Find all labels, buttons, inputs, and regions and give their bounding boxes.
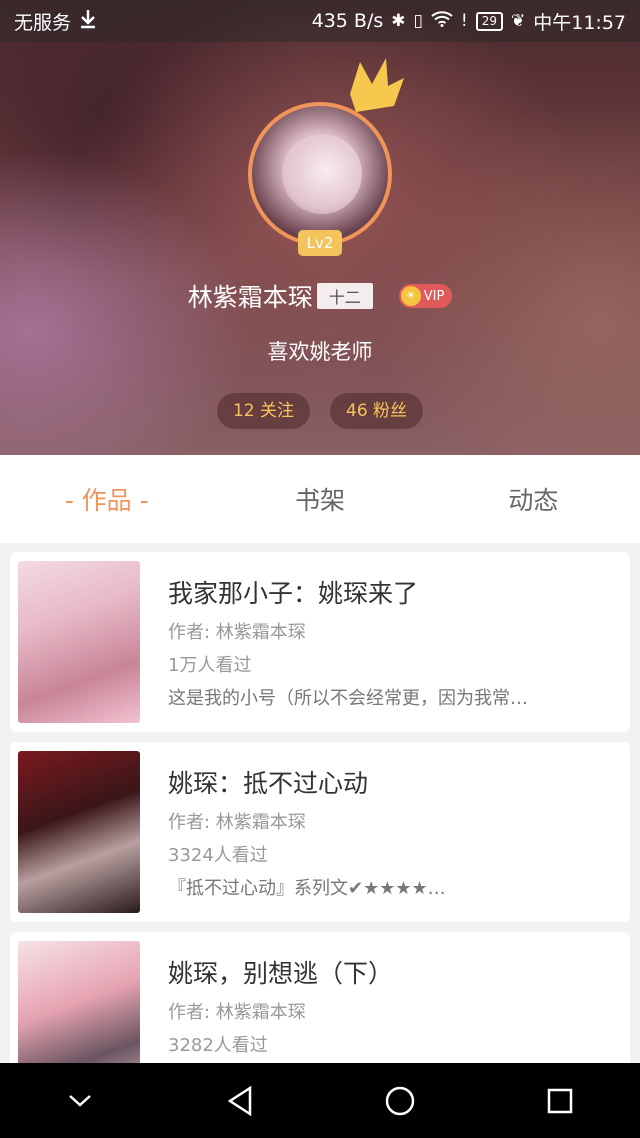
leaf-icon: ❦ xyxy=(510,11,526,31)
tab-bookshelf[interactable]: 书架 xyxy=(213,481,426,517)
book-views: 3282人看过 xyxy=(168,1035,268,1056)
avatar[interactable] xyxy=(248,102,392,246)
back-button[interactable] xyxy=(210,1071,270,1131)
hide-nav-button[interactable] xyxy=(50,1071,110,1131)
recents-square-icon xyxy=(547,1088,573,1113)
system-nav-bar xyxy=(0,1063,640,1138)
avatar-image xyxy=(248,102,392,246)
profile-signature: 喜欢姚老师 xyxy=(267,340,373,364)
home-button[interactable] xyxy=(370,1071,430,1131)
alert-icon: ! xyxy=(460,11,468,31)
status-bar: 无服务 435 B/s ✱ ▯ ! 29 ❦ 中午11:57 xyxy=(0,0,640,42)
book-title: 姚琛，别想逃（下） xyxy=(168,959,394,988)
book-cover xyxy=(18,561,140,723)
vip-badge[interactable]: ☀ VIP xyxy=(398,284,453,308)
profile-tabs: - 作品 - 书架 动态 xyxy=(0,455,640,543)
wifi-icon xyxy=(431,10,453,32)
book-list: 我家那小子：姚琛来了 作者: 林紫霜本琛 1万人看过 这是我的小号（所以不会经常… xyxy=(10,552,630,1122)
chevron-down-icon xyxy=(69,1094,91,1107)
following-button[interactable]: 12 关注 xyxy=(216,393,310,429)
profile-stats: 12 关注 46 粉丝 xyxy=(0,393,640,429)
book-author: 作者: 林紫霜本琛 xyxy=(168,622,306,643)
carrier-text: 无服务 xyxy=(14,11,72,34)
book-views: 3324人看过 xyxy=(168,845,268,866)
tab-works[interactable]: - 作品 - xyxy=(0,481,213,517)
network-speed: 435 B/s xyxy=(311,10,384,32)
home-circle-icon xyxy=(385,1086,415,1115)
bluetooth-icon: ✱ xyxy=(391,11,406,31)
battery-icon: 29 xyxy=(475,11,503,31)
book-author: 作者: 林紫霜本琛 xyxy=(168,812,306,833)
recents-button[interactable] xyxy=(530,1071,590,1131)
book-description: 『抵不过心动』系列文✔★★★★… xyxy=(168,878,446,899)
book-card[interactable]: 我家那小子：姚琛来了 作者: 林紫霜本琛 1万人看过 这是我的小号（所以不会经常… xyxy=(10,552,630,732)
book-views: 1万人看过 xyxy=(168,655,252,676)
level-badge: Lv2 xyxy=(298,230,342,256)
back-triangle-icon xyxy=(227,1085,252,1116)
book-title: 姚琛：抵不过心动 xyxy=(168,769,369,798)
username: 林紫霜本琛 xyxy=(187,283,313,312)
name-row: 林紫霜本琛 十二 ☀ VIP xyxy=(0,276,640,316)
book-card[interactable]: 姚琛：抵不过心动 作者: 林紫霜本琛 3324人看过 『抵不过心动』系列文✔★★… xyxy=(10,742,630,922)
vibrate-icon: ▯ xyxy=(413,11,423,31)
followers-button[interactable]: 46 粉丝 xyxy=(330,393,424,429)
sun-icon: ☀ xyxy=(400,286,421,306)
book-title: 我家那小子：姚琛来了 xyxy=(168,579,419,608)
download-icon xyxy=(79,9,97,34)
clock: 中午11:57 xyxy=(533,11,626,34)
crown-icon xyxy=(350,58,404,112)
book-author: 作者: 林紫霜本琛 xyxy=(168,1002,306,1023)
vip-label: VIP xyxy=(423,288,445,304)
book-cover xyxy=(18,751,140,913)
book-description: 这是我的小号（所以不会经常更，因为我常… xyxy=(168,688,528,709)
name-tag: 十二 xyxy=(316,283,373,309)
tab-activity[interactable]: 动态 xyxy=(427,481,640,517)
